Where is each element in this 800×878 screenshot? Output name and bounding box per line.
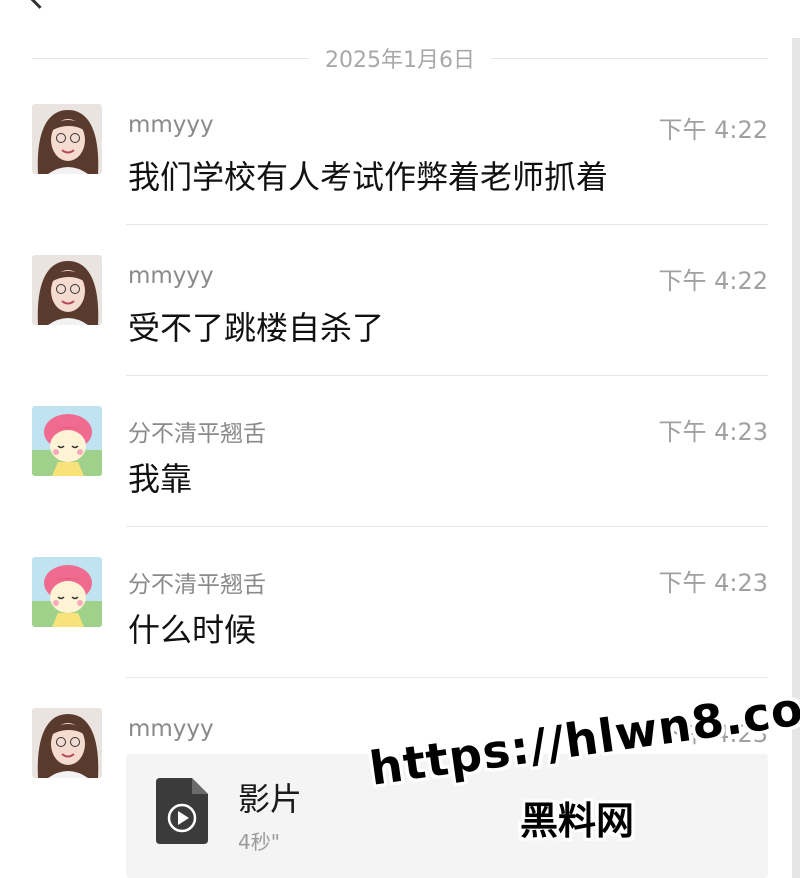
watermark-text: 黑料网 (520, 799, 635, 843)
avatar[interactable] (32, 406, 102, 476)
avatar[interactable] (32, 104, 102, 174)
girl-photo-avatar-icon (32, 104, 102, 174)
message-text: 我们学校有人考试作弊着老师抓着 (128, 158, 609, 196)
date-divider: 2025年1月6日 (32, 40, 769, 76)
cartoon-girl-avatar-icon (32, 557, 102, 627)
avatar[interactable] (32, 255, 102, 325)
girl-photo-avatar-icon (32, 255, 102, 325)
back-arrow-icon[interactable] (26, 0, 53, 9)
scrollbar-track (792, 38, 800, 878)
file-name: 影片 (238, 780, 303, 818)
message-time: 下午 4:22 (658, 116, 768, 144)
message-time: 下午 4:23 (658, 569, 768, 597)
divider-line (32, 57, 310, 59)
message-text: 我靠 (128, 460, 193, 498)
message-separator (126, 526, 768, 527)
girl-photo-avatar-icon (32, 708, 102, 778)
avatar[interactable] (32, 557, 102, 627)
message-separator (126, 375, 768, 376)
message-text: 受不了跳楼自杀了 (128, 309, 385, 347)
sender-name: mmyyy (128, 263, 214, 289)
message-time: 下午 4:23 (658, 418, 768, 446)
message-separator (126, 224, 768, 225)
watermark: https://hlwn8.com 黑料网 (366, 675, 800, 845)
file-duration: 4秒" (238, 830, 280, 854)
watermark-url: https://hlwn8.com (366, 674, 800, 796)
message-text: 什么时候 (128, 611, 257, 649)
date-label: 2025年1月6日 (325, 48, 475, 73)
sender-name: mmyyy (128, 716, 214, 742)
sender-name: 分不清平翘舌 (128, 572, 266, 598)
video-file-icon (154, 776, 210, 850)
divider-line (491, 57, 769, 59)
message-time: 下午 4:22 (658, 267, 768, 295)
message-separator (126, 677, 768, 678)
cartoon-girl-avatar-icon (32, 406, 102, 476)
sender-name: mmyyy (128, 112, 214, 138)
sender-name: 分不清平翘舌 (128, 421, 266, 447)
avatar[interactable] (32, 708, 102, 778)
